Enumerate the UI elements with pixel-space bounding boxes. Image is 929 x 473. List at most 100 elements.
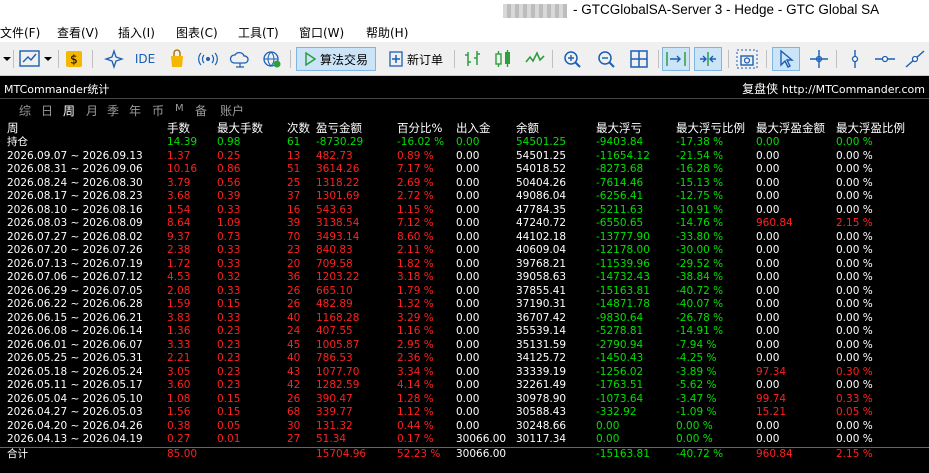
tab-day[interactable]: 日: [41, 102, 53, 119]
cell-max-float-profit: 0.00: [756, 352, 780, 364]
cell-lots: 手数: [167, 121, 190, 135]
cell-deposit: 0.00: [456, 406, 480, 418]
tab-notes[interactable]: 备: [195, 102, 207, 119]
cell-max-float-profit-pct: 0.00 %: [836, 433, 873, 445]
vps-cloud-icon[interactable]: [228, 47, 252, 71]
menu-tools[interactable]: 工具(T): [238, 24, 279, 41]
cell-max-float-loss-pct: -40.72 %: [676, 446, 756, 461]
cell-max-float-loss: -11654.12: [596, 149, 650, 162]
cell-max-float-profit-pct: 0.00 %: [836, 419, 873, 432]
menu-window[interactable]: 窗口(W): [299, 24, 344, 41]
cell-max-float-profit: 99.74: [756, 392, 787, 405]
horizontal-line-icon[interactable]: [872, 47, 898, 71]
menu-chart[interactable]: 图表(C): [176, 24, 218, 41]
cell-max-float-loss-pct: -40.72 %: [676, 284, 724, 297]
cell-trades: 16: [287, 203, 301, 216]
candlestick-icon[interactable]: [490, 47, 516, 71]
table-row: 2026.08.31 ~ 2026.09.06 10.16 0.86 51 3614.2…: [0, 163, 929, 177]
cell-trades: 次数: [287, 121, 310, 135]
cell-max-float-profit: 0.00: [756, 257, 780, 270]
screenshot-camera-icon[interactable]: [734, 47, 760, 71]
brand-url[interactable]: http://MTCommander.com: [782, 83, 925, 96]
menu-help[interactable]: 帮助(H): [366, 24, 408, 41]
cell-deposit: 0.00: [456, 163, 480, 175]
cell-balance: 30588.43: [516, 406, 567, 418]
zoom-out-icon[interactable]: [594, 47, 620, 71]
new-order-button[interactable]: 新订单: [382, 47, 450, 71]
profiles-icon[interactable]: [16, 47, 56, 71]
menu-view[interactable]: 查看(V): [57, 24, 99, 41]
cell-max-float-profit-pct: 最大浮盈比例: [836, 121, 905, 135]
vertical-line-icon[interactable]: [842, 47, 868, 71]
tile-windows-icon[interactable]: [626, 47, 652, 71]
cell-percent: 2.69 %: [397, 176, 434, 189]
tab-currency[interactable]: 币: [152, 102, 164, 119]
cell-max-float-loss: -1450.43: [596, 352, 644, 364]
cell-max-lots: [217, 446, 287, 461]
cell-lots: 1.56: [167, 406, 191, 418]
chart-shift-icon[interactable]: [694, 47, 722, 71]
experts-sparkle-icon[interactable]: [102, 47, 126, 71]
cell-pnl: 482.89: [316, 298, 353, 310]
bar-chart-icon[interactable]: [460, 47, 486, 71]
cell-max-lots: 0.23: [217, 338, 241, 351]
cell-pnl: 1301.69: [316, 190, 360, 202]
cell-max-float-loss-pct: -29.52 %: [676, 257, 724, 270]
ide-button[interactable]: IDE: [132, 47, 158, 71]
cell-pnl: 3138.54: [316, 217, 360, 229]
cell-percent: 1.16 %: [397, 325, 434, 337]
cell-pnl: 786.53: [316, 352, 353, 364]
tab-account[interactable]: 账户: [220, 102, 244, 119]
cell-balance: 49086.04: [516, 190, 567, 202]
tab-month[interactable]: 月: [86, 102, 98, 119]
tab-summary[interactable]: 综: [19, 102, 31, 119]
tab-quarter[interactable]: 季: [107, 102, 119, 119]
crosshair-icon[interactable]: [806, 47, 832, 71]
new-chart-dropdown-icon[interactable]: [0, 47, 14, 71]
cell-max-float-loss: -13777.90: [596, 230, 650, 243]
signals-icon[interactable]: [196, 47, 220, 71]
cell-max-float-profit: 960.84: [756, 446, 836, 461]
cell-max-float-loss: -15163.81: [596, 284, 650, 297]
market-bag-icon[interactable]: [166, 47, 188, 71]
cell-max-lots: 0.23: [217, 365, 241, 378]
brand-name: 复盘侠: [742, 82, 779, 96]
cell-lots: 4.53: [167, 271, 191, 283]
cell-max-lots: 0.39: [217, 190, 241, 202]
cell-max-float-loss: -1256.02: [596, 365, 644, 378]
cell-deposit: 0.00: [456, 136, 480, 148]
market-dollar-icon[interactable]: $: [64, 47, 84, 71]
cell-max-float-profit: 0.00: [756, 230, 780, 243]
cell-max-float-loss-pct: -5.62 %: [676, 379, 717, 391]
cursor-arrow-icon[interactable]: [772, 47, 800, 71]
cell-lots: 9.37: [167, 230, 191, 243]
cell-pnl: 51.34: [316, 433, 347, 445]
cell-lots: 2.21: [167, 352, 191, 364]
zoom-in-icon[interactable]: [560, 47, 586, 71]
cell-deposit: 30066.00: [456, 446, 516, 461]
community-globe-icon[interactable]: [260, 47, 284, 71]
cell-lots: 0.38: [167, 419, 191, 432]
cell-trades: 37: [287, 190, 301, 202]
trend-line-icon[interactable]: [902, 47, 928, 71]
cell-max-float-profit-pct: 0.00 %: [836, 176, 873, 189]
cell-deposit: 0.00: [456, 284, 480, 297]
menu-insert[interactable]: 插入(I): [118, 24, 155, 41]
algo-trading-button[interactable]: 算法交易: [296, 47, 376, 71]
cell-period: 持仓: [7, 136, 28, 148]
line-chart-icon[interactable]: [522, 47, 548, 71]
tab-week[interactable]: 周: [63, 102, 75, 119]
auto-scroll-icon[interactable]: [662, 47, 690, 71]
cell-max-float-profit-pct: 2.15 %: [836, 217, 873, 229]
cell-max-float-profit: 最大浮盈金额: [756, 121, 825, 135]
cell-balance: 30248.66: [516, 419, 567, 432]
cell-max-float-profit: 0.00: [756, 149, 780, 162]
table-row: 2026.04.27 ~ 2026.05.03 1.56 0.15 68 339.77 1…: [0, 406, 929, 420]
menu-file[interactable]: 文件(F): [0, 24, 40, 41]
table-row: 2026.08.17 ~ 2026.08.23 3.68 0.39 37 1301.69…: [0, 190, 929, 204]
cell-pnl: 339.77: [316, 406, 353, 418]
tab-year[interactable]: 年: [129, 102, 141, 119]
tab-m[interactable]: M: [175, 103, 184, 114]
cell-lots: 0.27: [167, 433, 191, 445]
cell-max-lots: 0.86: [217, 163, 241, 175]
